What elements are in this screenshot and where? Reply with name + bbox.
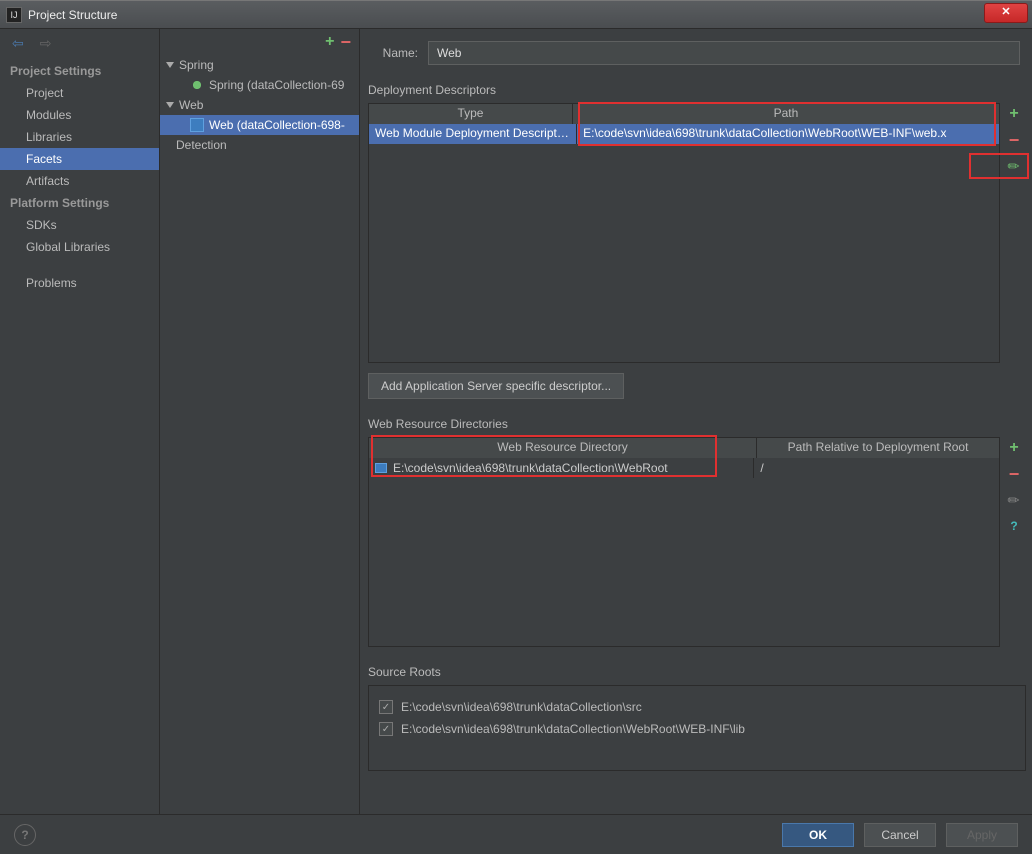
edit-wrd-button[interactable]: ✎ bbox=[1005, 491, 1023, 509]
close-button[interactable]: ✕ bbox=[984, 3, 1028, 23]
section-platform-settings: Platform Settings bbox=[0, 192, 159, 214]
tree-node-web[interactable]: Web bbox=[160, 95, 359, 115]
cell-deploy-path[interactable]: / bbox=[754, 458, 999, 478]
source-root-row[interactable]: ✓ E:\code\svn\idea\698\trunk\dataCollect… bbox=[379, 718, 1015, 740]
remove-wrd-button[interactable]: − bbox=[1005, 465, 1023, 483]
forward-icon[interactable]: ⇨ bbox=[40, 35, 52, 52]
add-facet-icon[interactable]: + bbox=[325, 33, 334, 51]
expand-icon[interactable] bbox=[166, 62, 174, 68]
cell-path[interactable]: E:\code\svn\idea\698\trunk\dataCollectio… bbox=[577, 124, 999, 144]
checkbox-icon[interactable]: ✓ bbox=[379, 722, 393, 736]
source-root-path: E:\code\svn\idea\698\trunk\dataCollectio… bbox=[401, 722, 745, 736]
col-wrd[interactable]: Web Resource Directory bbox=[369, 438, 757, 458]
remove-descriptor-button[interactable]: − bbox=[1005, 131, 1023, 149]
web-icon bbox=[190, 118, 204, 132]
sidebar-item-modules[interactable]: Modules bbox=[0, 104, 159, 126]
titlebar: IJ Project Structure ✕ bbox=[0, 0, 1032, 28]
expand-icon[interactable] bbox=[166, 102, 174, 108]
name-input[interactable] bbox=[428, 41, 1020, 65]
spring-icon bbox=[190, 78, 204, 92]
folder-icon bbox=[375, 463, 387, 473]
source-root-row[interactable]: ✓ E:\code\svn\idea\698\trunk\dataCollect… bbox=[379, 696, 1015, 718]
add-descriptor-button[interactable]: + bbox=[1005, 105, 1023, 123]
cell-type[interactable]: Web Module Deployment Descript… bbox=[369, 124, 577, 144]
remove-facet-icon[interactable]: − bbox=[340, 32, 351, 53]
web-resource-dirs-table[interactable]: Web Resource Directory Path Relative to … bbox=[368, 437, 1000, 647]
sidebar-item-artifacts[interactable]: Artifacts bbox=[0, 170, 159, 192]
back-icon[interactable]: ⇦ bbox=[12, 35, 24, 52]
col-deploy-root[interactable]: Path Relative to Deployment Root bbox=[757, 438, 999, 458]
deploy-descriptors-table[interactable]: Type Path Web Module Deployment Descript… bbox=[368, 103, 1000, 363]
dialog-title: Project Structure bbox=[28, 8, 117, 22]
facets-tree: + − Spring Spring (dataCollection-69 Web… bbox=[160, 29, 360, 814]
sidebar-item-facets[interactable]: Facets bbox=[0, 148, 159, 170]
tree-node-web-module[interactable]: Web (dataCollection-698- bbox=[160, 115, 359, 135]
help-button[interactable]: ? bbox=[14, 824, 36, 846]
main-content: Name: Deployment Descriptors Type Path W… bbox=[360, 29, 1032, 814]
tree-node-spring-module[interactable]: Spring (dataCollection-69 bbox=[160, 75, 359, 95]
tree-node-detection[interactable]: Detection bbox=[160, 135, 359, 155]
add-wrd-button[interactable]: + bbox=[1005, 439, 1023, 457]
col-path[interactable]: Path bbox=[573, 104, 999, 124]
sidebar-item-global-libraries[interactable]: Global Libraries bbox=[0, 236, 159, 258]
edit-descriptor-button[interactable]: ✎ bbox=[1005, 157, 1023, 175]
sidebar-item-sdks[interactable]: SDKs bbox=[0, 214, 159, 236]
dialog-button-bar: ? OK Cancel Apply bbox=[0, 814, 1032, 854]
add-app-server-descriptor-button[interactable]: Add Application Server specific descript… bbox=[368, 373, 624, 399]
deploy-descriptors-title: Deployment Descriptors bbox=[368, 83, 1026, 97]
sidebar-item-libraries[interactable]: Libraries bbox=[0, 126, 159, 148]
app-icon: IJ bbox=[6, 7, 22, 23]
sidebar-item-problems[interactable]: Problems bbox=[0, 272, 159, 294]
tree-node-spring[interactable]: Spring bbox=[160, 55, 359, 75]
sidebar-item-project[interactable]: Project bbox=[0, 82, 159, 104]
checkbox-icon[interactable]: ✓ bbox=[379, 700, 393, 714]
cell-wrd-path[interactable]: E:\code\svn\idea\698\trunk\dataCollectio… bbox=[369, 458, 754, 478]
source-roots-title: Source Roots bbox=[368, 665, 1026, 679]
settings-sidebar: ⇦ ⇨ Project Settings Project Modules Lib… bbox=[0, 29, 160, 814]
help-wrd-button[interactable]: ? bbox=[1005, 517, 1023, 535]
source-root-path: E:\code\svn\idea\698\trunk\dataCollectio… bbox=[401, 700, 642, 714]
section-project-settings: Project Settings bbox=[0, 60, 159, 82]
name-label: Name: bbox=[368, 46, 418, 60]
source-roots-box: ✓ E:\code\svn\idea\698\trunk\dataCollect… bbox=[368, 685, 1026, 771]
col-type[interactable]: Type bbox=[369, 104, 573, 124]
web-resource-dirs-title: Web Resource Directories bbox=[368, 417, 1026, 431]
